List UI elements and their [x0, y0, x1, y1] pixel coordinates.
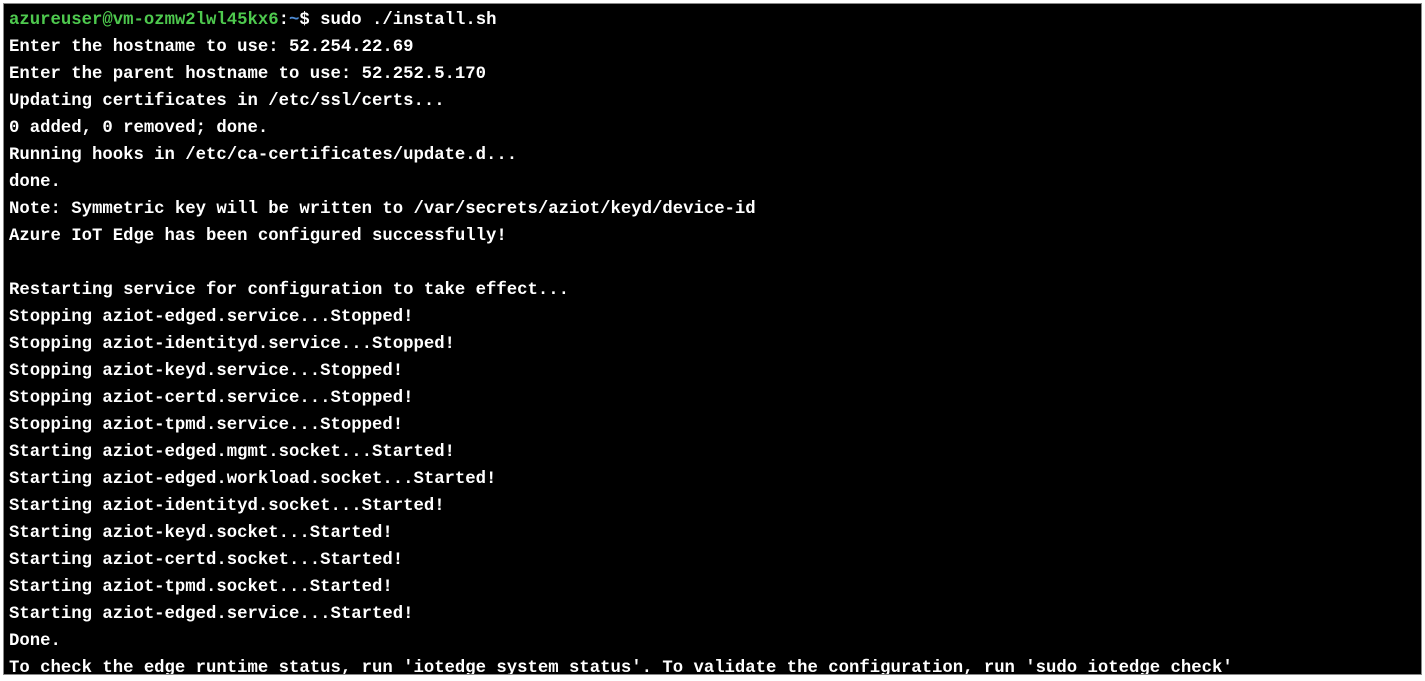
command-text: sudo ./install.sh [320, 11, 496, 30]
output-line: Starting aziot-identityd.socket...Starte… [9, 493, 1416, 520]
output-line: Done. [9, 628, 1416, 655]
output-line: Running hooks in /etc/ca-certificates/up… [9, 142, 1416, 169]
output-line [9, 250, 1416, 277]
output-line: Stopping aziot-keyd.service...Stopped! [9, 358, 1416, 385]
prompt-path: ~ [289, 11, 299, 30]
output-line: Starting aziot-keyd.socket...Started! [9, 520, 1416, 547]
output-line: 0 added, 0 removed; done. [9, 115, 1416, 142]
output-line: Note: Symmetric key will be written to /… [9, 196, 1416, 223]
prompt-at: @ [102, 11, 112, 30]
output-line: Starting aziot-certd.socket...Started! [9, 547, 1416, 574]
prompt-host: vm-ozmw2lwl45kx6 [113, 11, 279, 30]
terminal-window[interactable]: azureuser@vm-ozmw2lwl45kx6:~$ sudo ./ins… [3, 3, 1422, 675]
output-line: Restarting service for configuration to … [9, 277, 1416, 304]
prompt-line[interactable]: azureuser@vm-ozmw2lwl45kx6:~$ sudo ./ins… [9, 7, 1416, 34]
output-line: Stopping aziot-edged.service...Stopped! [9, 304, 1416, 331]
terminal-output: Enter the hostname to use: 52.254.22.69E… [9, 34, 1416, 675]
output-line: Starting aziot-edged.service...Started! [9, 601, 1416, 628]
output-line: Enter the parent hostname to use: 52.252… [9, 61, 1416, 88]
prompt-dollar: $ [299, 11, 320, 30]
output-line: Stopping aziot-identityd.service...Stopp… [9, 331, 1416, 358]
output-line: done. [9, 169, 1416, 196]
output-line: Starting aziot-tpmd.socket...Started! [9, 574, 1416, 601]
output-line: Starting aziot-edged.mgmt.socket...Start… [9, 439, 1416, 466]
output-line: Stopping aziot-certd.service...Stopped! [9, 385, 1416, 412]
output-line: Stopping aziot-tpmd.service...Stopped! [9, 412, 1416, 439]
output-line: To check the edge runtime status, run 'i… [9, 655, 1416, 675]
output-line: Enter the hostname to use: 52.254.22.69 [9, 34, 1416, 61]
output-line: Starting aziot-edged.workload.socket...S… [9, 466, 1416, 493]
prompt-colon: : [279, 11, 289, 30]
prompt-user: azureuser [9, 11, 102, 30]
output-line: Azure IoT Edge has been configured succe… [9, 223, 1416, 250]
output-line: Updating certificates in /etc/ssl/certs.… [9, 88, 1416, 115]
